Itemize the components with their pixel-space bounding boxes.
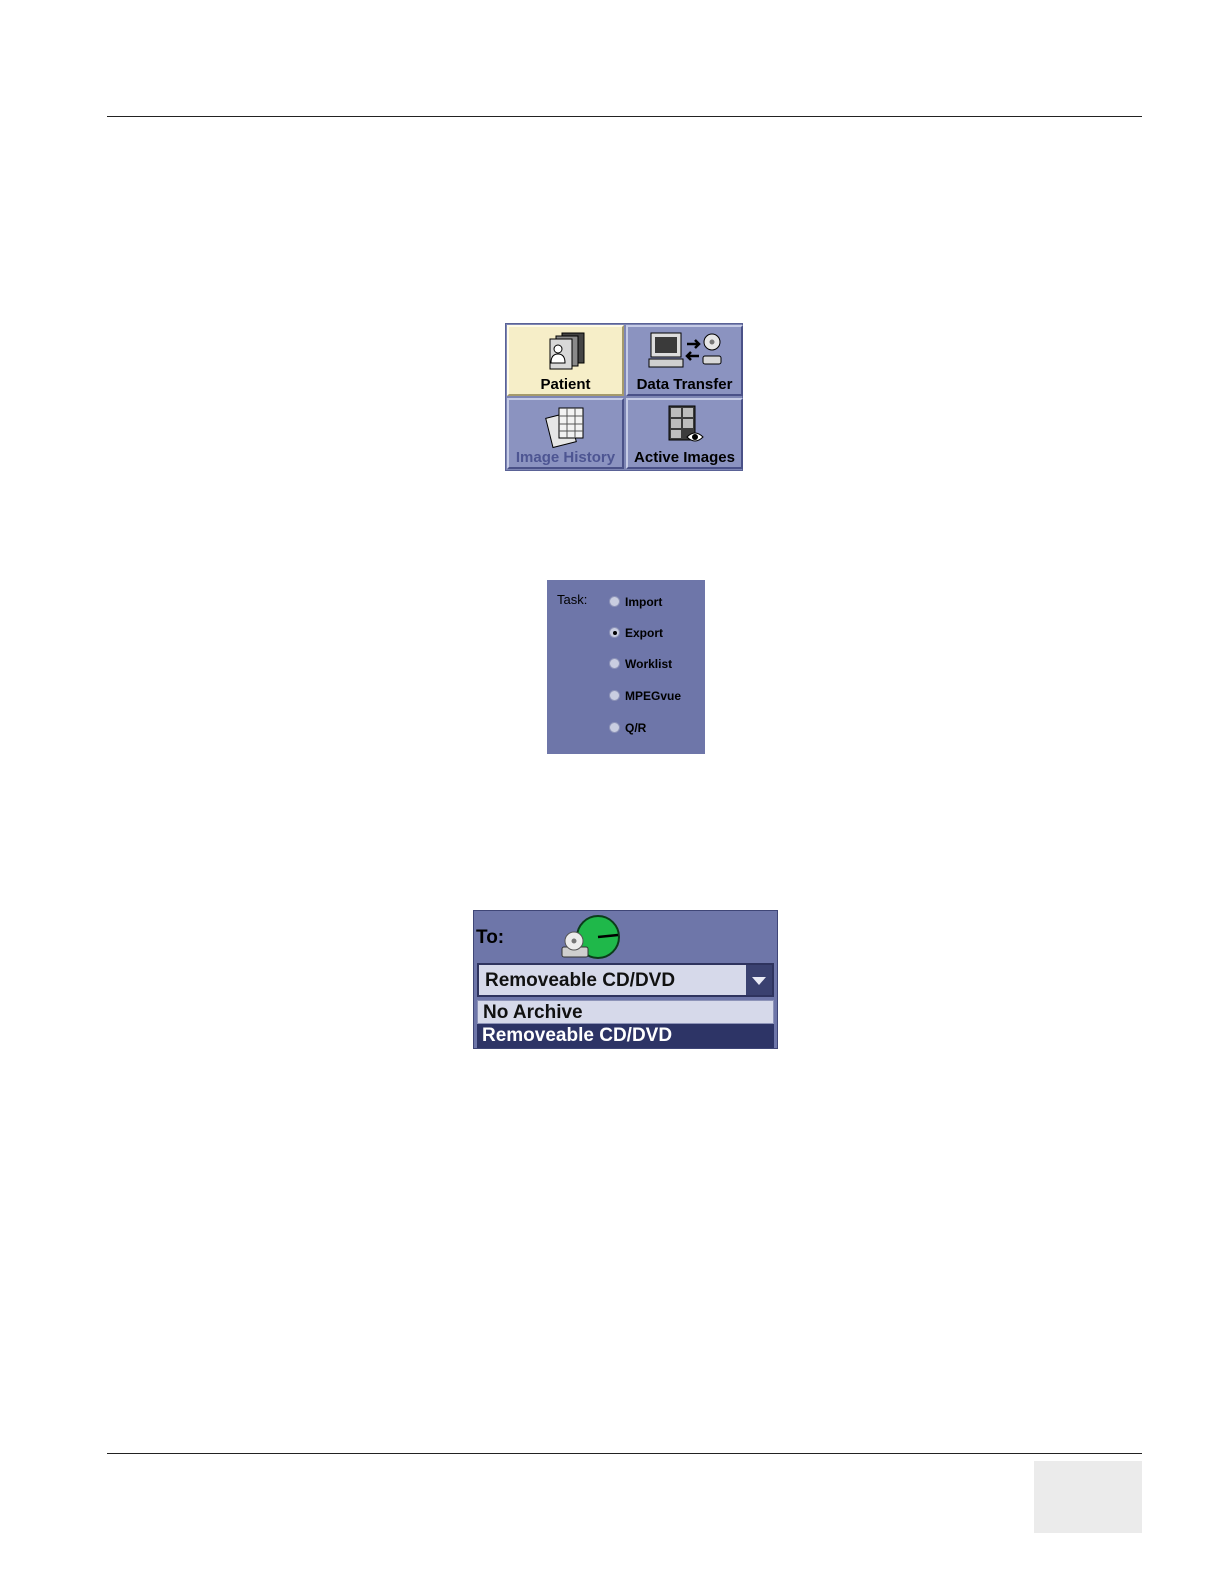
- destination-selected-value: Removeable CD/DVD: [485, 970, 676, 991]
- patient-folder-icon: [509, 330, 622, 376]
- tab-patient-label: Patient: [540, 376, 591, 393]
- radio-export-button[interactable]: [609, 627, 620, 638]
- active-images-icon: [628, 403, 741, 449]
- data-transfer-icon: [628, 330, 741, 376]
- chevron-down-icon[interactable]: [746, 965, 772, 995]
- destination-dropdown[interactable]: Removeable CD/DVD: [477, 963, 774, 997]
- radio-worklist-button[interactable]: [609, 658, 620, 669]
- tab-active-images-label: Active Images: [634, 449, 735, 466]
- tab-patient[interactable]: Patient: [507, 325, 624, 396]
- footer-rule: [107, 1453, 1142, 1454]
- tab-data-transfer-label: Data Transfer: [636, 376, 733, 393]
- radio-worklist-label: Worklist: [625, 657, 673, 671]
- image-history-icon: [509, 403, 622, 449]
- mode-tabs-panel: Patient Data Transfer Image History Acti…: [505, 323, 743, 471]
- removable-media-status-icon: [560, 913, 622, 966]
- destination-option-removeable-cd-dvd[interactable]: Removeable CD/DVD: [477, 1024, 774, 1048]
- header-rule: [107, 116, 1142, 117]
- task-label: Task:: [557, 592, 588, 607]
- radio-qr-button[interactable]: [609, 722, 620, 733]
- radio-import-button[interactable]: [609, 596, 620, 607]
- radio-import-label: Import: [625, 595, 663, 609]
- tab-active-images[interactable]: Active Images: [626, 398, 743, 469]
- tab-data-transfer[interactable]: Data Transfer: [626, 325, 743, 396]
- destination-panel: To: Removeable CD/DVD No Archive Removea…: [473, 910, 778, 1049]
- page-corner-box: [1034, 1461, 1142, 1533]
- radio-mpegvue-button[interactable]: [609, 690, 620, 701]
- destination-option-no-archive[interactable]: No Archive: [477, 1000, 774, 1024]
- radio-export-label: Export: [625, 626, 664, 640]
- radio-qr-label: Q/R: [625, 721, 647, 735]
- tab-image-history[interactable]: Image History: [507, 398, 624, 469]
- tab-image-history-label: Image History: [515, 449, 616, 466]
- radio-mpegvue-label: MPEGvue: [625, 689, 682, 703]
- to-label: To:: [476, 927, 505, 948]
- task-panel: Task: Import Export Worklist MPEGvue Q/R: [547, 580, 705, 754]
